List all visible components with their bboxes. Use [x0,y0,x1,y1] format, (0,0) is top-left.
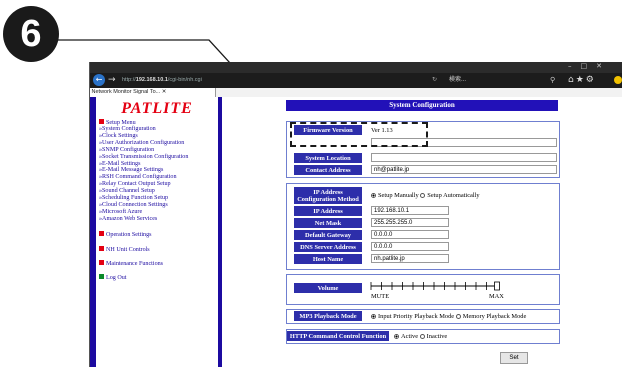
radio-inactive[interactable] [419,333,425,339]
url-field[interactable]: http://192.168.10.1/cgi-bin/nh.cgi [122,75,248,85]
set-button[interactable]: Set [500,352,528,364]
sidebar: PATLITE Setup Menu »System Configuration… [90,97,222,367]
volume-max-label: MAX [489,293,504,300]
dns-label: DNS Server Address [294,242,362,252]
forward-arrow-icon[interactable]: → [108,74,118,86]
http-section: HTTP Command Control Function Active Ina… [286,329,560,344]
volume-label: Volume [294,283,362,293]
volume-thumb[interactable] [494,281,500,291]
ip-method-radio-group: Setup Manually Setup Automatically [371,187,480,204]
url-prefix: http:// [122,77,136,83]
netmask-label: Net Mask [294,218,362,228]
ip-method-option-manual: Setup Manually [378,192,419,199]
http-option-active: Active [401,332,419,340]
patlite-logo: PATLITE [121,100,193,117]
hostname-input[interactable]: nh.patlite.jp [371,254,449,263]
tab-title: Network Monitor Signal To... [91,89,161,95]
contact-address-input[interactable]: nh@patlite.jp [371,165,557,174]
sidebar-item-log-out[interactable]: Log Out [99,274,126,282]
dns-input[interactable]: 0.0.0.0 [371,242,449,251]
contact-address-label: Contact Address [294,165,362,175]
netmask-input[interactable]: 255.255.255.0 [371,218,449,227]
smiley-icon[interactable] [614,76,622,84]
mp3-option-memory: Memory Playback Mode [462,312,527,320]
address-bar: ← → http://192.168.10.1/cgi-bin/nh.cgi ↻… [90,73,622,88]
sidebar-item-maintenance-functions[interactable]: Maintenance Functions [99,260,163,268]
sidebar-panel: PATLITE Setup Menu »System Configuration… [96,97,218,367]
square-bullet-icon [99,260,104,265]
title-bar: –□✕ [90,62,622,73]
ip-address-label: IP Address [294,206,362,216]
url-path: /cgi-bin/nh.cgi [167,77,202,83]
url-host: 192.168.10.1 [135,77,168,83]
window-controls[interactable]: –□✕ [568,61,611,72]
http-label: HTTP Command Control Function [287,331,389,341]
radio-setup-manually[interactable] [371,193,376,198]
radio-active[interactable] [394,333,399,339]
main-content: System Configuration Firmware Version Ve… [223,97,622,367]
radio-memory-playback[interactable] [455,313,461,319]
square-bullet-icon [99,246,104,251]
network-section: IP Address Configuration Method Setup Ma… [286,183,560,270]
volume-section: Volume MUTE MAX [286,274,560,305]
system-location-label: System Location [294,153,362,163]
sidebar-item-operation-settings[interactable]: Operation Settings [99,231,152,239]
browser-window: –□✕ ← → http://192.168.10.1/cgi-bin/nh.c… [89,62,622,367]
mp3-option-input-priority: Input Priority Playback Mode [378,312,455,320]
gateway-label: Default Gateway [294,230,362,240]
square-bullet-icon [99,231,104,236]
volume-min-label: MUTE [371,293,390,300]
ip-address-input[interactable]: 192.168.10.1 [371,206,449,215]
square-bullet-icon [99,119,104,124]
system-location-input[interactable] [371,153,557,162]
ip-method-option-auto: Setup Automatically [427,192,480,199]
mp3-section: MP3 Playback Mode Input Priority Playbac… [286,309,560,324]
page-title: System Configuration [286,100,558,111]
refresh-icon[interactable]: ↻ [432,75,437,85]
firmware-highlight-box [290,122,428,147]
toolbar-icons[interactable]: ⌂★⚙ [568,74,596,86]
browser-tab[interactable]: Network Monitor Signal To... ✕ [90,88,216,97]
volume-slider[interactable] [369,277,509,297]
search-field[interactable]: 検索... [449,75,549,85]
mp3-radio-group: Input Priority Playback Mode Memory Play… [371,311,526,321]
mp3-label: MP3 Playback Mode [294,311,362,321]
radio-setup-automatically[interactable] [420,193,426,198]
http-radio-group: Active Inactive [394,331,447,341]
http-option-inactive: Inactive [426,332,448,340]
back-arrow-icon[interactable]: ← [93,74,105,86]
sidebar-item-setup[interactable]: »Amazon Web Services [99,216,157,223]
tab-bar: Network Monitor Signal To... ✕ [90,88,622,97]
sidebar-item-nh-unit-controls[interactable]: NH Unit Controls [99,246,150,254]
hostname-label: Host Name [294,254,362,264]
square-bullet-icon [99,274,104,279]
radio-input-priority[interactable] [371,313,376,319]
search-icon[interactable]: ⚲ [550,75,555,85]
gateway-input[interactable]: 0.0.0.0 [371,230,449,239]
ip-method-label: IP Address Configuration Method [294,187,362,204]
step-number-badge: 6 [3,6,59,62]
